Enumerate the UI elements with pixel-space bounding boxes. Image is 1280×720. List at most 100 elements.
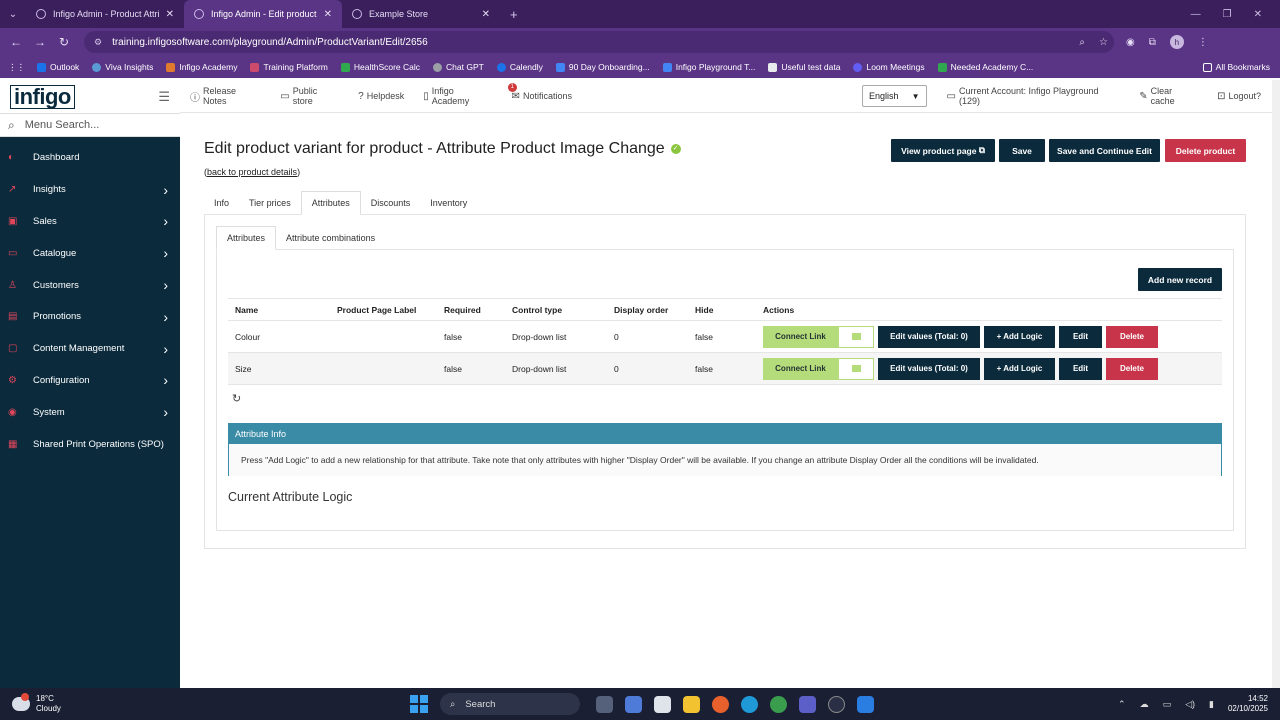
header-display-order[interactable]: Display order	[607, 305, 688, 315]
infigo-logo[interactable]: infigo	[10, 84, 75, 109]
bookmark-onboarding[interactable]: 90 Day Onboarding...	[555, 62, 650, 72]
browser-tab-2[interactable]: Infigo Admin - Edit product var ✕	[184, 0, 342, 28]
browser-menu-icon[interactable]: ⋮	[1198, 37, 1208, 48]
tab-info[interactable]: Info	[204, 191, 239, 215]
page-scrollbar[interactable]	[1272, 80, 1280, 688]
browser-tab-3[interactable]: Example Store ✕	[342, 0, 500, 28]
refresh-icon[interactable]: ↻	[232, 392, 241, 405]
save-button[interactable]: Save	[999, 139, 1045, 162]
infigo-academy-link[interactable]: ▯ Infigo Academy	[423, 86, 492, 106]
subtab-attribute-combinations[interactable]: Attribute combinations	[276, 226, 385, 250]
public-store-link[interactable]: ▭ Public store	[280, 86, 339, 106]
bookmark-training-platform[interactable]: Training Platform	[250, 62, 328, 72]
helpdesk-link[interactable]: ? Helpdesk	[358, 91, 404, 102]
bookmark-academy-c[interactable]: Needed Academy C...	[937, 62, 1033, 72]
profile-avatar[interactable]: h	[1169, 35, 1184, 49]
close-tab-icon[interactable]: ✕	[166, 9, 174, 20]
taskbar-clock[interactable]: 14:52 02/10/2025	[1228, 694, 1268, 714]
bookmark-chatgpt[interactable]: Chat GPT	[433, 62, 484, 72]
add-new-record-button[interactable]: Add new record	[1138, 268, 1222, 291]
forward-icon[interactable]: →	[28, 35, 52, 49]
sidebar-item-configuration[interactable]: ⚙ Configuration ›	[0, 365, 180, 397]
add-logic-button[interactable]: + Add Logic	[984, 325, 1055, 348]
all-bookmarks[interactable]: All Bookmarks	[1202, 62, 1270, 72]
tab-search-icon[interactable]: ⌄	[0, 0, 26, 28]
firefox-icon[interactable]	[712, 695, 729, 713]
edge-icon[interactable]	[741, 695, 758, 713]
minimize-icon[interactable]: —	[1191, 9, 1201, 20]
clock-app-icon[interactable]	[828, 695, 845, 713]
edit-button[interactable]: Edit	[1059, 325, 1102, 348]
toggle-handle[interactable]	[838, 357, 874, 380]
subtab-attributes[interactable]: Attributes	[216, 226, 277, 250]
edit-values-button[interactable]: Edit values (Total: 0)	[878, 325, 980, 348]
sidebar-item-dashboard[interactable]: ◐ Dashboard	[0, 142, 180, 174]
store-app-icon[interactable]	[654, 695, 671, 713]
edit-button[interactable]: Edit	[1059, 357, 1102, 380]
copilot-icon[interactable]	[625, 695, 642, 713]
browser-tab-1[interactable]: Infigo Admin - Product Attribut ✕	[26, 0, 184, 28]
extensions-puzzle-icon[interactable]: ⧉	[1149, 37, 1156, 48]
bookmark-loom[interactable]: Loom Meetings	[853, 62, 925, 72]
language-select[interactable]: English ▼	[862, 85, 927, 107]
apps-grid-icon[interactable]: ⋮⋮	[8, 62, 25, 73]
file-explorer-icon[interactable]	[683, 695, 700, 713]
tab-tier-prices[interactable]: Tier prices	[239, 191, 301, 215]
bookmark-star-icon[interactable]: ☆	[1099, 37, 1108, 48]
header-hide[interactable]: Hide	[688, 305, 756, 315]
connect-link-toggle[interactable]: Connect Link	[763, 357, 874, 380]
tab-discounts[interactable]: Discounts	[361, 191, 421, 215]
header-name[interactable]: Name	[228, 305, 330, 315]
chevron-up-icon[interactable]: ⌃	[1118, 699, 1126, 710]
task-view-icon[interactable]	[596, 695, 613, 713]
volume-icon[interactable]: ◁)	[1185, 699, 1195, 710]
bookmark-viva-insights[interactable]: Viva Insights	[92, 62, 153, 72]
sidebar-item-shared-print-operations-spo[interactable]: ▦ Shared Print Operations (SPO)	[0, 428, 180, 460]
restore-icon[interactable]: ❐	[1223, 9, 1232, 20]
add-logic-button[interactable]: + Add Logic	[984, 357, 1055, 380]
tab-inventory[interactable]: Inventory	[420, 191, 477, 215]
logout-link[interactable]: ⊡ Logout?	[1217, 91, 1261, 102]
delete-product-button[interactable]: Delete product	[1165, 139, 1246, 162]
new-tab-icon[interactable]: +	[510, 7, 518, 22]
bookmark-test-data[interactable]: Useful test data	[768, 62, 840, 72]
back-icon[interactable]: ←	[4, 35, 28, 49]
sidebar-item-promotions[interactable]: ▤ Promotions ›	[0, 301, 180, 333]
bookmark-playground[interactable]: Infigo Playground T...	[662, 62, 755, 72]
url-input[interactable]: ⚙ training.infigosoftware.com/playground…	[84, 31, 1114, 53]
sidebar-item-sales[interactable]: ▣ Sales ›	[0, 206, 180, 238]
save-continue-button[interactable]: Save and Continue Edit	[1049, 139, 1160, 162]
extension-icon[interactable]: ◉	[1126, 37, 1135, 48]
windows-start-icon[interactable]	[410, 695, 428, 713]
view-product-page-button[interactable]: View product page ⧉	[891, 139, 995, 162]
close-tab-icon[interactable]: ✕	[482, 9, 490, 20]
chrome-icon[interactable]	[770, 695, 787, 713]
release-notes-link[interactable]: ⓘ Release Notes	[190, 86, 261, 106]
notifications-link[interactable]: 1 ✉ Notifications	[507, 82, 572, 102]
delete-button[interactable]: Delete	[1106, 357, 1158, 380]
clear-cache-link[interactable]: ✎ Clear cache	[1139, 86, 1198, 106]
taskbar-search[interactable]: ⌕ Search	[440, 693, 580, 715]
sidebar-item-system[interactable]: ◉ System ›	[0, 396, 180, 428]
tab-attributes[interactable]: Attributes	[300, 191, 361, 215]
toggle-handle[interactable]	[838, 325, 874, 348]
battery-icon[interactable]: ▮	[1209, 699, 1214, 710]
sidebar-item-content-management[interactable]: ▢ Content Management ›	[0, 333, 180, 365]
back-to-product-link[interactable]: back to product details	[207, 167, 297, 177]
todo-icon[interactable]	[857, 695, 874, 713]
weather-widget[interactable]: 18°C Cloudy	[0, 693, 200, 714]
bookmark-outlook[interactable]: Outlook	[37, 62, 79, 72]
hamburger-icon[interactable]: ☰	[158, 89, 170, 105]
close-tab-icon[interactable]: ✕	[324, 9, 332, 20]
header-product-page-label[interactable]: Product Page Label	[330, 305, 437, 315]
bookmark-healthscore[interactable]: HealthScore Calc	[340, 62, 420, 72]
close-window-icon[interactable]: ✕	[1254, 9, 1262, 20]
sidebar-item-insights[interactable]: ↗ Insights ›	[0, 174, 180, 206]
reload-icon[interactable]: ↻	[52, 35, 76, 49]
edit-values-button[interactable]: Edit values (Total: 0)	[878, 357, 980, 380]
network-icon[interactable]: ▭	[1163, 699, 1172, 710]
sidebar-item-catalogue[interactable]: ▭ Catalogue ›	[0, 237, 180, 269]
onedrive-icon[interactable]: ☁	[1140, 699, 1149, 710]
teams-icon[interactable]	[799, 695, 816, 713]
delete-button[interactable]: Delete	[1106, 325, 1158, 348]
